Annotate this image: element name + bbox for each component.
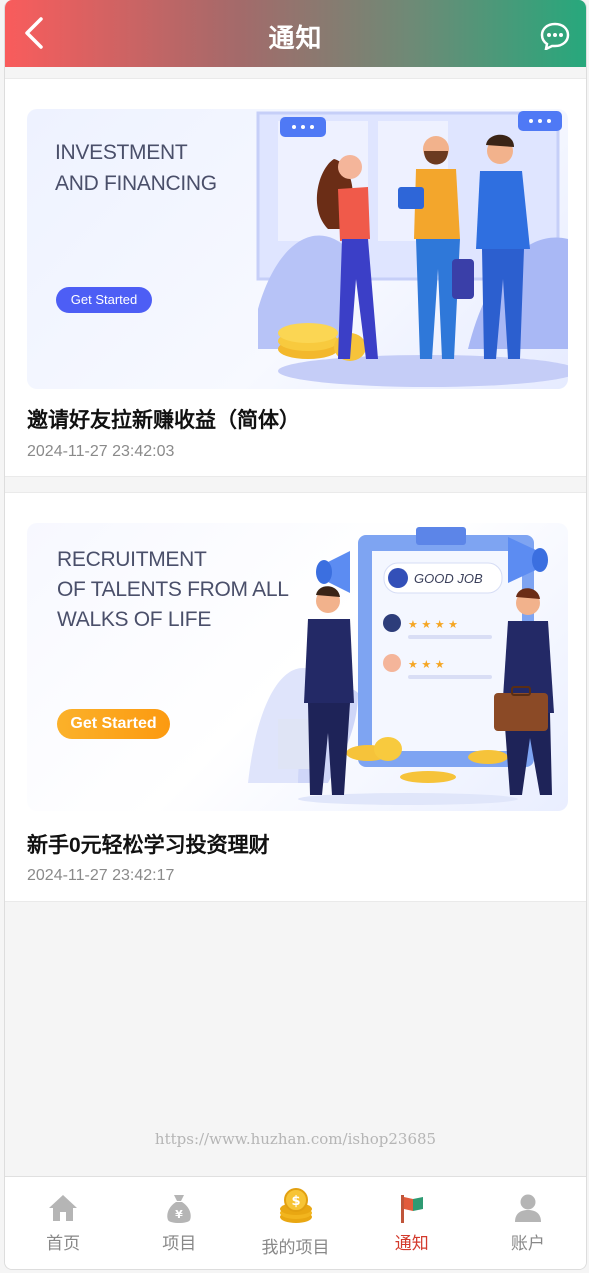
tab-label: 首页: [46, 1234, 81, 1253]
bottom-tab-bar: 首页 ¥ 项目 $ 我的项目 通知 账户: [5, 1176, 586, 1269]
get-started-button[interactable]: Get Started: [57, 709, 170, 739]
tab-projects[interactable]: ¥ 项目: [121, 1177, 237, 1269]
banner-headline: INVESTMENT AND FINANCING: [55, 141, 217, 195]
svg-text:¥: ¥: [175, 1208, 183, 1221]
flag-icon: [400, 1195, 423, 1223]
good-job-badge: GOOD JOB: [414, 571, 483, 586]
svg-text:★ ★ ★ ★: ★ ★ ★ ★: [408, 618, 458, 631]
notice-card[interactable]: RECRUITMENT OF TALENTS FROM ALL WALKS OF…: [5, 492, 586, 902]
recruitment-illustration: GOOD JOB ★ ★ ★ ★ ★ ★ ★: [248, 527, 554, 805]
tab-home[interactable]: 首页: [5, 1177, 121, 1269]
svg-text:★ ★ ★: ★ ★ ★: [408, 658, 445, 671]
notice-card[interactable]: INVESTMENT AND FINANCING Get Started 邀请好…: [5, 78, 586, 477]
tab-label: 项目: [162, 1234, 197, 1253]
notice-title[interactable]: 邀请好友拉新赚收益（简体）: [27, 404, 300, 434]
user-icon: [514, 1194, 541, 1222]
notice-date: 2024-11-27 23:42:03: [27, 443, 175, 460]
notice-title[interactable]: 新手0元轻松学习投资理财: [27, 829, 270, 859]
tab-account[interactable]: 账户: [470, 1177, 586, 1269]
top-bar: 通知: [5, 0, 586, 67]
business-people-illustration: [256, 111, 568, 387]
page-title: 通知: [268, 23, 323, 53]
tab-label: 通知: [394, 1234, 429, 1253]
money-bag-icon: ¥: [167, 1195, 192, 1223]
svg-text:$: $: [291, 1194, 300, 1209]
home-icon: [49, 1195, 78, 1221]
tab-label: 账户: [510, 1234, 545, 1253]
app-frame: 通知 INVESTMENT AND FINANCING Get Started: [4, 0, 587, 1270]
notice-banner-image[interactable]: RECRUITMENT OF TALENTS FROM ALL WALKS OF…: [27, 523, 568, 811]
notice-banner-image[interactable]: INVESTMENT AND FINANCING Get Started: [27, 109, 568, 389]
get-started-button[interactable]: Get Started: [56, 287, 152, 313]
chat-bubble-icon[interactable]: [540, 22, 570, 50]
coins-icon: $: [279, 1188, 312, 1223]
tab-notifications[interactable]: 通知: [354, 1177, 470, 1269]
tab-label: 我的项目: [261, 1238, 330, 1257]
notice-date: 2024-11-27 23:42:17: [27, 867, 175, 884]
tab-my-projects[interactable]: $ 我的项目: [237, 1177, 353, 1269]
watermark-text: https://www.huzhan.com/ishop23685: [154, 1130, 437, 1148]
